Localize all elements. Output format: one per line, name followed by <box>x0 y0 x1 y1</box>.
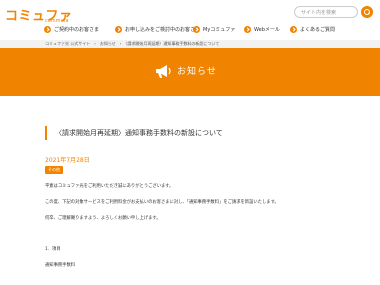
article-date: 2021年7月28日 <box>45 157 90 164</box>
breadcrumb-text[interactable]: コミュファ光 公式サイト › お知らせ › 〈請求開始月再延期〉通知事務手数料の… <box>45 41 219 47</box>
article-list-heading: 1．項目 <box>45 247 61 252</box>
main-nav: ご契約中のお客さま お申し込みをご検討中のお客さま Myコミュファ Webメール… <box>0 22 380 36</box>
article-title: 〈請求開始月再延期〉通知事務手数料の新設について <box>45 126 335 140</box>
article-paragraph: この度、下記の対象サービスをご利用料金がお支払いのお客さまに対し、「通知事務手数… <box>45 200 279 205</box>
nav-item-webmail[interactable]: Webメール <box>244 22 280 36</box>
chevron-right-icon <box>193 25 200 33</box>
chevron-right-icon <box>290 25 297 33</box>
nav-item-my-commufa[interactable]: Myコミュファ <box>193 22 235 36</box>
nav-item-label: Webメール <box>254 26 280 33</box>
nav-item-current-customers[interactable]: ご契約中のお客さま <box>44 22 99 36</box>
article-paragraph: 平素はコミュファ光をご利用いただき誠にありがとうございます。 <box>45 184 174 189</box>
breadcrumb: コミュファ光 公式サイト › お知らせ › 〈請求開始月再延期〉通知事務手数料の… <box>0 40 380 48</box>
megaphone-icon <box>156 65 171 78</box>
nav-item-prospective-customers[interactable]: お申し込みをご検討中のお客さま <box>115 22 200 36</box>
hero-banner: お知らせ <box>0 48 380 96</box>
search-icon[interactable] <box>361 6 373 18</box>
page-title: お知らせ <box>177 67 217 77</box>
nav-item-label: お申し込みをご検討中のお客さま <box>125 26 201 33</box>
article-list-item: 通知事務手数料 <box>45 263 76 268</box>
article-paragraph: 何卒、ご理解賜りますよう、よろしくお願い申し上げます。 <box>45 216 161 221</box>
category-badge: その他 <box>45 166 63 174</box>
chevron-right-icon <box>44 25 51 33</box>
nav-item-label: ご契約中のお客さま <box>54 26 100 33</box>
nav-item-label: Myコミュファ <box>203 26 236 33</box>
search-placeholder: サイト内を検索 <box>301 10 337 16</box>
nav-item-faq[interactable]: よくあるご質問 <box>290 22 335 36</box>
chevron-right-icon <box>115 25 122 33</box>
chevron-right-icon <box>244 25 251 33</box>
search-input[interactable]: サイト内を検索 <box>294 6 358 18</box>
nav-item-label: よくあるご質問 <box>300 26 336 33</box>
category-badge-label: その他 <box>48 167 60 172</box>
